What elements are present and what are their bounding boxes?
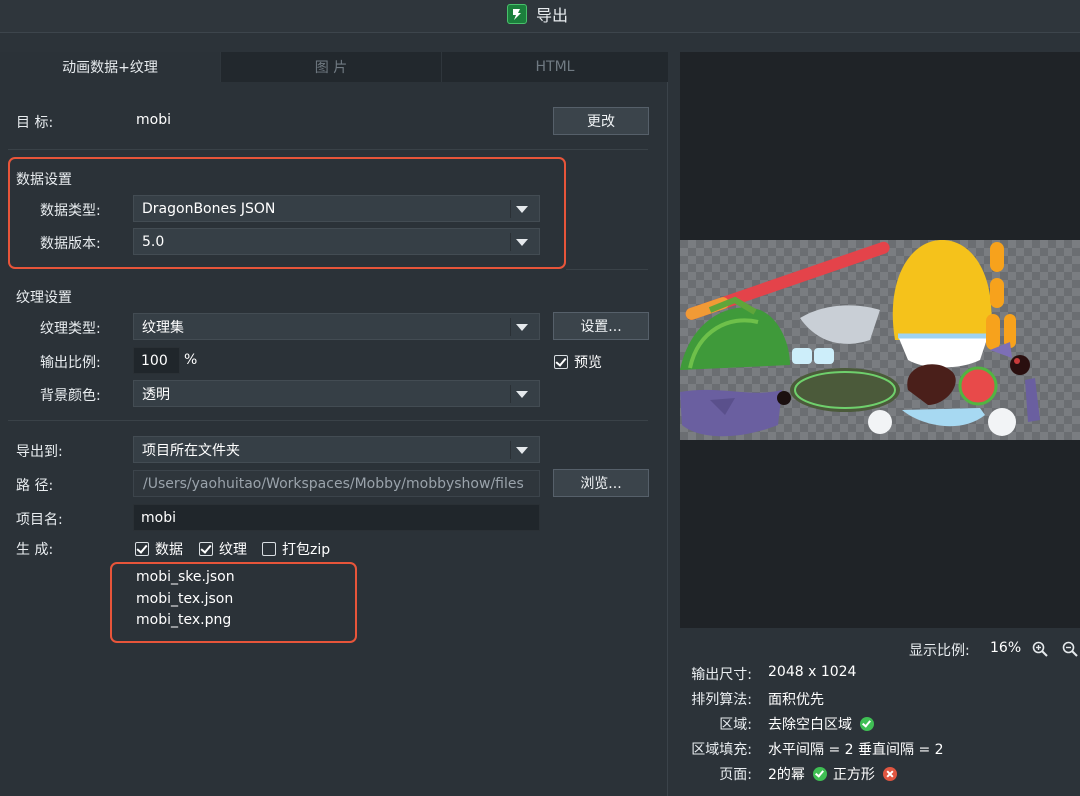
page-label: 页面: xyxy=(719,767,752,783)
scale-label: 输出比例: xyxy=(40,355,101,371)
generate-data-checkbox[interactable]: 数据 xyxy=(135,539,183,559)
export-to-value: 项目所在文件夹 xyxy=(142,442,240,459)
texture-type-label: 纹理类型: xyxy=(40,321,101,337)
padding-value: 水平间隔 = 2 垂直间隔 = 2 xyxy=(768,742,944,758)
data-settings-highlight xyxy=(8,157,566,269)
region-label: 区域: xyxy=(719,717,752,733)
target-label: 目 标: xyxy=(16,115,54,131)
bg-color-label: 背景颜色: xyxy=(40,388,101,404)
texture-atlas-image xyxy=(680,240,1040,437)
chevron-down-icon xyxy=(516,391,528,398)
tab-animation-data-texture[interactable]: 动画数据+纹理 xyxy=(0,52,220,82)
output-size-value: 2048 x 1024 xyxy=(768,664,857,680)
generate-texture-label: 纹理 xyxy=(219,542,247,558)
scale-input[interactable]: 100 xyxy=(133,347,180,374)
texture-settings-button[interactable]: 设置... xyxy=(553,312,649,340)
zoom-value: 16% xyxy=(990,640,1022,656)
preview-checkbox[interactable]: 预览 xyxy=(554,352,602,372)
tab-bar: 动画数据+纹理 图 片 HTML xyxy=(0,52,668,82)
path-label: 路 径: xyxy=(16,478,54,494)
page-power-of-two: 2的幂 xyxy=(768,767,805,783)
algorithm-value: 面积优先 xyxy=(768,692,824,708)
preview-label: 预览 xyxy=(574,355,602,371)
checkbox-checked-icon xyxy=(135,542,149,556)
project-name-input[interactable]: mobi xyxy=(133,504,540,531)
chevron-down-icon xyxy=(516,447,528,454)
padding-label: 区域填充: xyxy=(691,742,752,758)
generate-zip-label: 打包zip xyxy=(282,542,331,558)
texture-type-value: 纹理集 xyxy=(142,319,184,336)
window-title: 导出 xyxy=(536,6,569,25)
select-separator xyxy=(510,318,511,336)
change-button[interactable]: 更改 xyxy=(553,107,649,135)
select-separator xyxy=(510,385,511,403)
texture-settings-heading: 纹理设置 xyxy=(16,290,72,306)
checkbox-checked-icon xyxy=(199,542,213,556)
region-value: 去除空白区域 xyxy=(768,717,852,733)
title-wrap: 导出 xyxy=(507,3,568,25)
page-square: 正方形 xyxy=(832,767,875,783)
region-row: 去除空白区域 xyxy=(768,714,880,734)
select-separator xyxy=(510,441,511,459)
export-to-select[interactable]: 项目所在文件夹 xyxy=(133,436,540,463)
output-files-highlight xyxy=(110,562,357,643)
generate-texture-checkbox[interactable]: 纹理 xyxy=(199,539,247,559)
checkbox-checked-icon xyxy=(554,355,568,369)
bg-color-value: 透明 xyxy=(142,386,170,403)
divider xyxy=(8,149,648,150)
texture-type-select[interactable]: 纹理集 xyxy=(133,313,540,340)
chevron-down-icon xyxy=(516,324,528,331)
checkbox-unchecked-icon xyxy=(262,542,276,556)
scale-unit: % xyxy=(184,352,198,368)
output-size-label: 输出尺寸: xyxy=(691,667,752,683)
bg-color-select[interactable]: 透明 xyxy=(133,380,540,407)
error-circle-icon xyxy=(882,767,897,781)
generate-zip-checkbox[interactable]: 打包zip xyxy=(262,539,330,559)
target-value: mobi xyxy=(136,112,171,128)
tab-images[interactable]: 图 片 xyxy=(220,52,441,82)
export-to-label: 导出到: xyxy=(16,444,63,460)
texture-atlas-preview[interactable] xyxy=(680,240,1080,440)
divider xyxy=(8,420,648,421)
zoom-in-icon[interactable] xyxy=(1032,641,1048,657)
dragonbones-app-icon xyxy=(507,4,527,24)
divider xyxy=(566,269,648,270)
path-input[interactable]: /Users/yaohuitao/Workspaces/Mobby/mobbys… xyxy=(133,470,540,497)
generate-label: 生 成: xyxy=(16,542,54,558)
check-circle-icon xyxy=(812,767,827,781)
zoom-label: 显示比例: xyxy=(909,643,970,659)
title-bar: 导出 xyxy=(0,0,1080,33)
algorithm-label: 排列算法: xyxy=(691,692,752,708)
browse-button[interactable]: 浏览... xyxy=(553,469,649,497)
zoom-out-icon[interactable] xyxy=(1062,641,1078,657)
check-circle-icon xyxy=(860,717,874,731)
generate-data-label: 数据 xyxy=(155,542,183,558)
tab-html[interactable]: HTML xyxy=(441,52,668,82)
page-row: 2的幂 正方形 xyxy=(768,764,897,784)
project-name-label: 项目名: xyxy=(16,512,63,528)
